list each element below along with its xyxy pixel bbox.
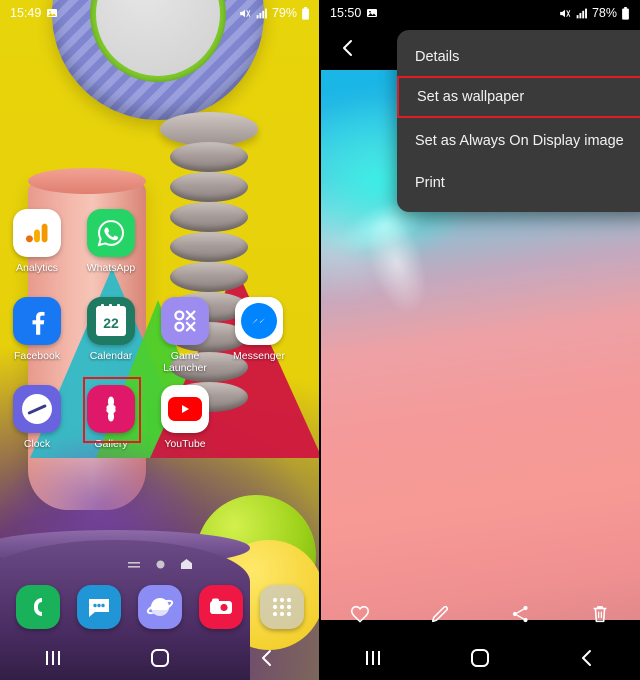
dual-screenshot-container: 15:49 79% Analytics WhatsApp Facebook 22… [0, 0, 640, 680]
page-indicators [0, 556, 320, 574]
battery-icon [301, 6, 310, 20]
messenger-icon [235, 297, 283, 345]
app-row: Analytics WhatsApp [0, 205, 320, 293]
app-label: WhatsApp [86, 262, 136, 274]
app-clock[interactable]: Clock [1, 381, 73, 469]
left-phone-home-screen: 15:49 79% Analytics WhatsApp Facebook 22… [0, 0, 320, 680]
screenshot-divider [319, 0, 321, 680]
wallpaper-cylinder-top [28, 168, 146, 194]
whatsapp-icon [87, 209, 135, 257]
home-icon[interactable] [454, 638, 506, 678]
navigation-bar [0, 636, 320, 680]
app-label: Game Launcher [163, 350, 207, 374]
dock [0, 585, 320, 629]
app-row: Facebook 22 Calendar Game Launcher Messe… [0, 293, 320, 381]
signal-bars-icon [255, 7, 268, 20]
app-game-launcher[interactable]: Game Launcher [149, 293, 221, 381]
battery-percent: 78% [591, 6, 617, 20]
mute-icon [558, 7, 571, 20]
app-whatsapp[interactable]: WhatsApp [75, 205, 147, 293]
dock-camera[interactable] [198, 585, 243, 629]
menu-item-label: Set as Always On Display image [415, 133, 624, 149]
menu-item-label: Details [415, 49, 460, 65]
right-phone-gallery-viewer: 15:50 78% Details Set as wallpaper Set a… [320, 0, 640, 680]
clock-icon [13, 385, 61, 433]
image-icon [366, 7, 378, 19]
trash-icon[interactable] [577, 594, 623, 634]
facebook-icon [13, 297, 61, 345]
home-dot-icon[interactable] [181, 556, 192, 574]
dock-phone[interactable] [16, 585, 61, 629]
app-grid: Analytics WhatsApp Facebook 22 Calendar … [0, 205, 320, 469]
status-bar: 15:50 78% [320, 0, 640, 26]
app-messenger[interactable]: Messenger [223, 293, 295, 381]
back-chevron-icon[interactable] [320, 26, 376, 70]
recents-icon[interactable] [27, 638, 79, 678]
home-icon[interactable] [134, 638, 186, 678]
menu-dot-icon[interactable] [128, 556, 140, 574]
share-icon[interactable] [497, 594, 543, 634]
app-label: Analytics [15, 262, 58, 274]
app-label: Calendar [89, 350, 133, 362]
wallpaper-spring-cap [160, 112, 258, 146]
menu-item-label: Set as wallpaper [417, 89, 525, 105]
navigation-bar [320, 636, 640, 680]
pencil-icon[interactable] [417, 594, 463, 634]
dock-messages[interactable] [77, 585, 122, 629]
battery-icon [621, 6, 630, 20]
back-icon[interactable] [561, 638, 613, 678]
menu-item-set-as-aod-image[interactable]: Set as Always On Display image [397, 122, 640, 160]
dock-internet[interactable] [137, 585, 182, 629]
youtube-icon [161, 385, 209, 433]
game-launcher-icon [161, 297, 209, 345]
app-gallery[interactable]: Gallery [75, 377, 147, 469]
back-icon[interactable] [241, 638, 293, 678]
menu-item-details[interactable]: Details [397, 38, 640, 76]
dock-apps[interactable] [259, 585, 304, 629]
app-label: Messenger [233, 350, 285, 362]
analytics-icon [13, 209, 61, 257]
gallery-highlight-box [83, 377, 141, 443]
recents-icon[interactable] [347, 638, 399, 678]
menu-item-print[interactable]: Print [397, 164, 640, 202]
menu-item-set-as-wallpaper[interactable]: Set as wallpaper [397, 76, 640, 118]
status-bar: 15:49 79% [0, 0, 320, 26]
heart-icon[interactable] [337, 594, 383, 634]
mute-icon [238, 7, 251, 20]
app-row: Clock Gallery YouTube [0, 377, 320, 469]
app-youtube[interactable]: YouTube [149, 381, 221, 469]
signal-bars-icon [575, 7, 588, 20]
app-label: Facebook [13, 350, 61, 362]
app-calendar[interactable]: 22 Calendar [75, 293, 147, 381]
page-dot-icon[interactable] [156, 556, 165, 574]
photo-action-toolbar [320, 592, 640, 636]
calendar-date: 22 [103, 314, 119, 331]
status-time: 15:50 [330, 6, 362, 20]
status-time: 15:49 [10, 6, 42, 20]
context-menu: Details Set as wallpaper Set as Always O… [397, 30, 640, 212]
image-icon [46, 7, 58, 19]
battery-percent: 79% [271, 6, 297, 20]
app-analytics[interactable]: Analytics [1, 205, 73, 293]
calendar-icon: 22 [87, 297, 135, 345]
menu-item-label: Print [415, 175, 445, 191]
app-facebook[interactable]: Facebook [1, 293, 73, 381]
app-label: Clock [23, 438, 51, 450]
app-label: YouTube [164, 438, 206, 450]
